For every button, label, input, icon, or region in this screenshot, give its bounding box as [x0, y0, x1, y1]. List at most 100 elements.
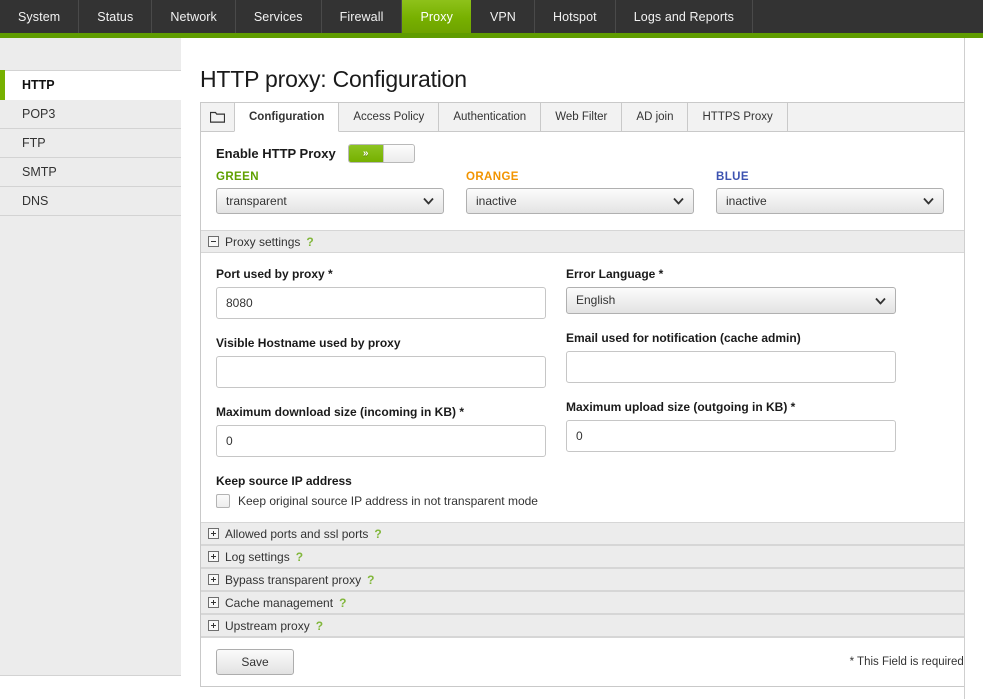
nav-item-status[interactable]: Status: [79, 0, 152, 33]
sidebar-item-ftp[interactable]: FTP: [0, 129, 181, 158]
help-icon[interactable]: ?: [316, 615, 323, 637]
section-header-proxy-settings[interactable]: Proxy settings ?: [201, 230, 982, 253]
top-navigation: System Status Network Services Firewall …: [0, 0, 983, 33]
field-max-upload-label: Maximum upload size (outgoing in KB) *: [566, 400, 896, 414]
plus-icon: [208, 528, 219, 539]
field-port: Port used by proxy *: [216, 267, 546, 319]
plus-icon: [208, 597, 219, 608]
nav-item-hotspot[interactable]: Hotspot: [535, 0, 616, 33]
plus-icon: [208, 574, 219, 585]
error-language-value: English: [576, 293, 615, 307]
zone-green-value: transparent: [226, 194, 287, 208]
section-title: Cache management: [225, 592, 333, 614]
max-download-input[interactable]: [216, 425, 546, 457]
section-body-proxy-settings: Port used by proxy * Visible Hostname us…: [201, 253, 982, 522]
section-title: Bypass transparent proxy: [225, 569, 361, 591]
sidebar-item-smtp[interactable]: SMTP: [0, 158, 181, 187]
page-title: HTTP proxy: Configuration: [181, 38, 983, 103]
section-header-upstream-proxy[interactable]: Upstream proxy ?: [201, 614, 982, 637]
field-max-upload: Maximum upload size (outgoing in KB) *: [566, 400, 896, 452]
save-button[interactable]: Save: [216, 649, 294, 675]
nav-item-vpn[interactable]: VPN: [472, 0, 535, 33]
tab-folder-button[interactable]: [200, 102, 235, 131]
field-visible-hostname: Visible Hostname used by proxy: [216, 336, 546, 388]
plus-icon: [208, 551, 219, 562]
proxy-settings-right-column: Error Language * English Email used for …: [566, 267, 896, 474]
field-email-label: Email used for notification (cache admin…: [566, 331, 896, 345]
tab-label: Configuration: [249, 111, 324, 123]
chevron-down-icon: [923, 198, 934, 205]
nav-label: VPN: [490, 10, 516, 24]
sidebar-header-spacer: [0, 38, 181, 71]
plus-icon: [208, 620, 219, 631]
zone-orange-column: ORANGE inactive: [466, 171, 694, 214]
tab-access-policy[interactable]: Access Policy: [338, 102, 439, 131]
sidebar-item-http[interactable]: HTTP: [0, 71, 181, 100]
nav-label: Firewall: [340, 10, 384, 24]
zone-blue-column: BLUE inactive: [716, 171, 944, 214]
tab-label: AD join: [636, 111, 673, 123]
nav-item-logs-and-reports[interactable]: Logs and Reports: [616, 0, 753, 33]
section-header-log-settings[interactable]: Log settings ?: [201, 545, 982, 568]
keep-source-ip-checkbox[interactable]: [216, 494, 230, 508]
enable-proxy-label: Enable HTTP Proxy: [216, 146, 336, 161]
help-icon[interactable]: ?: [339, 592, 346, 614]
zone-green-select[interactable]: transparent: [216, 188, 444, 214]
zone-orange-select[interactable]: inactive: [466, 188, 694, 214]
tab-authentication[interactable]: Authentication: [438, 102, 541, 131]
tab-web-filter[interactable]: Web Filter: [540, 102, 622, 131]
keep-source-ip-row[interactable]: Keep original source IP address in not t…: [216, 494, 967, 508]
section-header-cache-management[interactable]: Cache management ?: [201, 591, 982, 614]
nav-label: Hotspot: [553, 10, 597, 24]
nav-item-system[interactable]: System: [0, 0, 79, 33]
toggle-knob[interactable]: [383, 145, 414, 162]
tab-ad-join[interactable]: AD join: [621, 102, 688, 131]
nav-label: Proxy: [420, 10, 452, 24]
section-title: Allowed ports and ssl ports: [225, 523, 368, 545]
help-icon[interactable]: ?: [367, 569, 374, 591]
keep-source-ip-group-label: Keep source IP address: [216, 474, 967, 488]
tab-configuration[interactable]: Configuration: [234, 102, 339, 132]
nav-label: Network: [170, 10, 217, 24]
tab-bar: Configuration Access Policy Authenticati…: [200, 103, 983, 132]
configuration-panel: Enable HTTP Proxy » GREEN transparent OR…: [200, 132, 983, 687]
tab-label: Access Policy: [353, 111, 424, 123]
field-error-language-label: Error Language *: [566, 267, 896, 281]
section-header-allowed-ports[interactable]: Allowed ports and ssl ports ?: [201, 522, 982, 545]
sidebar: HTTP POP3 FTP SMTP DNS: [0, 38, 181, 699]
tab-https-proxy[interactable]: HTTPS Proxy: [687, 102, 787, 131]
minus-icon: [208, 236, 219, 247]
error-language-select[interactable]: English: [566, 287, 896, 314]
nav-item-proxy[interactable]: Proxy: [402, 0, 471, 33]
keep-source-ip-group: Keep source IP address Keep original sou…: [216, 474, 967, 508]
help-icon[interactable]: ?: [306, 231, 313, 253]
zone-blue-select[interactable]: inactive: [716, 188, 944, 214]
visible-hostname-input[interactable]: [216, 356, 546, 388]
tab-bar-filler: [787, 102, 983, 131]
toggle-on-segment: »: [349, 145, 383, 162]
nav-item-services[interactable]: Services: [236, 0, 322, 33]
sidebar-item-dns[interactable]: DNS: [0, 187, 181, 216]
section-header-bypass-transparent-proxy[interactable]: Bypass transparent proxy ?: [201, 568, 982, 591]
port-input[interactable]: [216, 287, 546, 319]
sidebar-item-label: DNS: [22, 194, 48, 208]
field-email: Email used for notification (cache admin…: [566, 331, 896, 383]
nav-label: System: [18, 10, 60, 24]
field-visible-hostname-label: Visible Hostname used by proxy: [216, 336, 546, 350]
zone-green-column: GREEN transparent: [216, 171, 444, 214]
max-upload-input[interactable]: [566, 420, 896, 452]
email-input[interactable]: [566, 351, 896, 383]
nav-item-network[interactable]: Network: [152, 0, 236, 33]
nav-item-firewall[interactable]: Firewall: [322, 0, 403, 33]
field-port-label: Port used by proxy *: [216, 267, 546, 281]
section-title: Log settings: [225, 546, 290, 568]
enable-proxy-toggle[interactable]: »: [348, 144, 415, 163]
sidebar-item-pop3[interactable]: POP3: [0, 100, 181, 129]
sidebar-item-label: POP3: [22, 107, 55, 121]
nav-filler: [753, 0, 983, 33]
zone-orange-label: ORANGE: [466, 171, 694, 183]
help-icon[interactable]: ?: [296, 546, 303, 568]
sidebar-filler: [0, 216, 181, 676]
zone-orange-value: inactive: [476, 194, 517, 208]
help-icon[interactable]: ?: [374, 523, 381, 545]
